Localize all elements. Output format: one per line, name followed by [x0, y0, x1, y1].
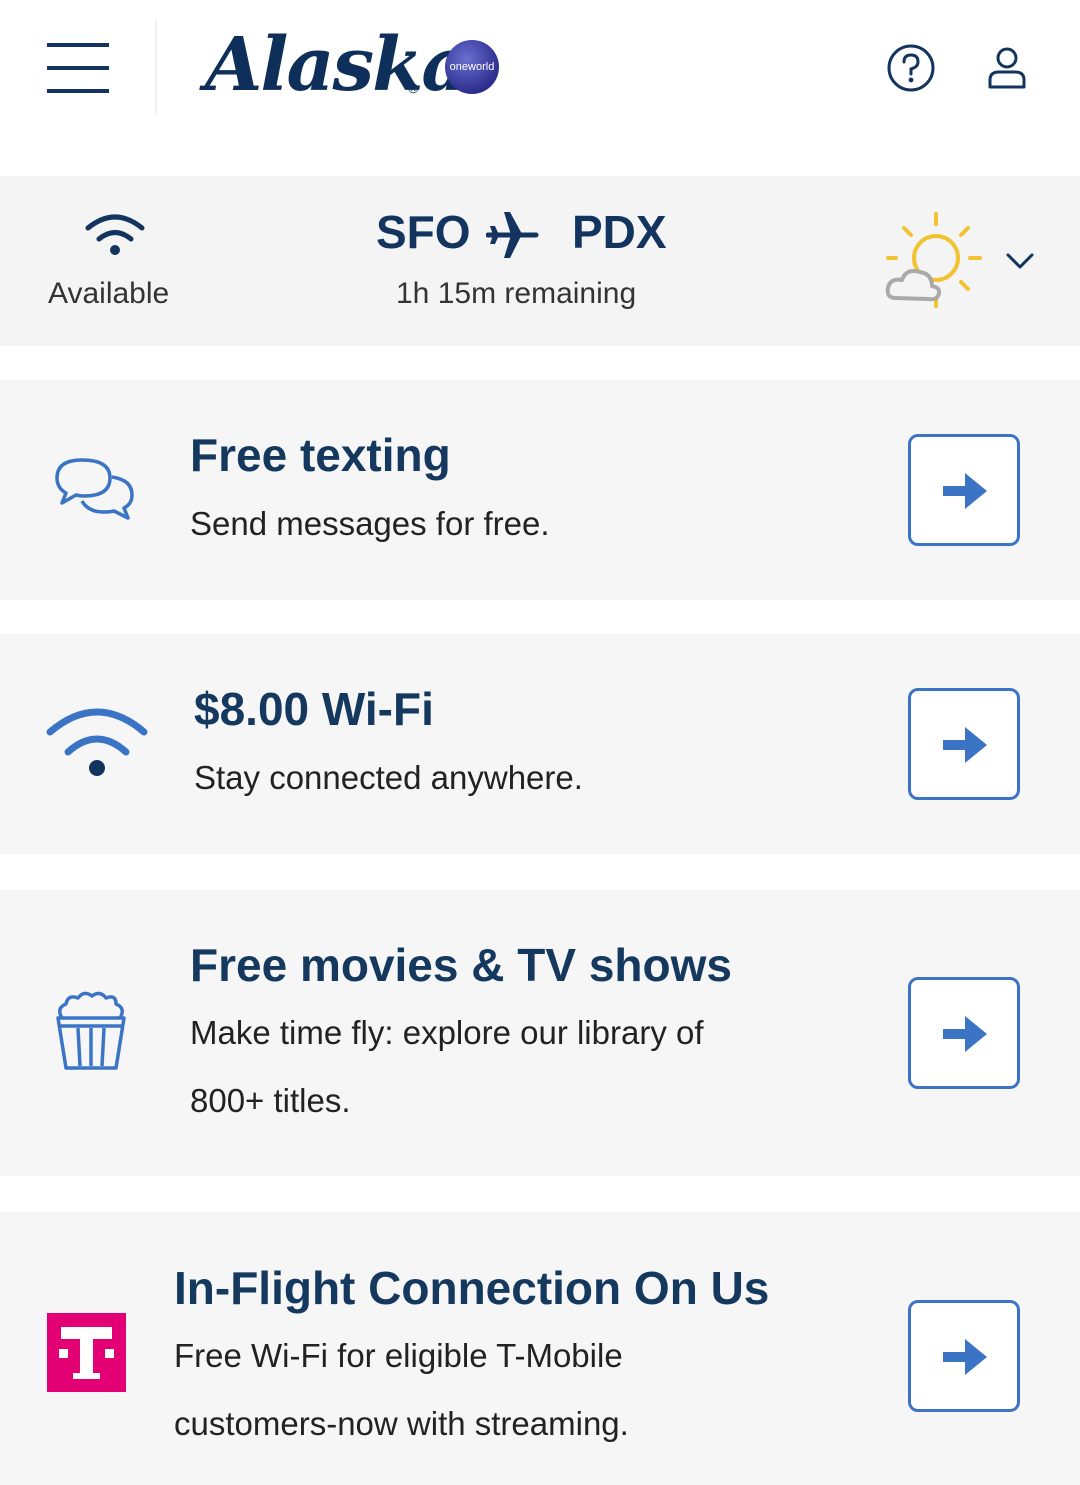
partly-cloudy-weather-icon — [885, 212, 982, 308]
destination-airport: PDX — [572, 206, 667, 258]
wifi-purchase-title: $8.00 Wi-Fi — [194, 683, 434, 735]
free-texting-title: Free texting — [190, 429, 451, 481]
chat-bubbles-icon — [55, 458, 134, 520]
help-icon — [887, 44, 935, 92]
movies-tv-subtitle-line2: 800+ titles. — [190, 1082, 351, 1119]
t-mobile-arrow-button[interactable] — [908, 1300, 1020, 1412]
arrow-right-icon — [943, 1339, 987, 1375]
arrow-right-icon — [943, 1016, 987, 1052]
t-mobile-logo-icon — [47, 1313, 126, 1392]
app-header: Alaska ® oneworld — [0, 0, 1080, 176]
wifi-purchase-subtitle: Stay connected anywhere. — [194, 759, 583, 796]
movies-tv-title: Free movies & TV shows — [190, 939, 732, 991]
airplane-icon — [486, 212, 539, 258]
free-texting-arrow-button[interactable] — [908, 434, 1020, 546]
oneworld-logo: oneworld — [445, 40, 499, 94]
arrow-right-icon — [943, 727, 987, 763]
arrow-right-icon — [943, 473, 987, 509]
movies-tv-subtitle-line1: Make time fly: explore our library of — [190, 1014, 704, 1051]
free-texting-subtitle: Send messages for free. — [190, 505, 550, 542]
menu-icon — [47, 43, 109, 93]
wifi-status-label: Available — [48, 277, 170, 310]
movies-tv-arrow-button[interactable] — [908, 977, 1020, 1089]
wifi-purchase-arrow-button[interactable] — [908, 688, 1020, 800]
menu-button[interactable] — [47, 43, 109, 93]
time-remaining: 1h 15m remaining — [396, 277, 637, 310]
registered-mark: ® — [408, 80, 419, 96]
wifi-status-icon — [85, 214, 145, 255]
wifi-icon — [46, 708, 148, 776]
account-icon — [988, 47, 1026, 89]
header-divider — [155, 20, 157, 114]
alaska-logo: Alaska — [205, 22, 469, 108]
t-mobile-subtitle-line2: customers-now with streaming. — [174, 1405, 629, 1442]
t-mobile-subtitle-line1: Free Wi-Fi for eligible T-Mobile — [174, 1337, 623, 1374]
popcorn-icon — [56, 991, 126, 1070]
help-button[interactable] — [887, 44, 935, 92]
account-button[interactable] — [987, 46, 1027, 90]
t-mobile-title: In-Flight Connection On Us — [174, 1262, 770, 1314]
origin-airport: SFO — [376, 206, 471, 258]
chevron-down-icon[interactable] — [1006, 252, 1034, 270]
